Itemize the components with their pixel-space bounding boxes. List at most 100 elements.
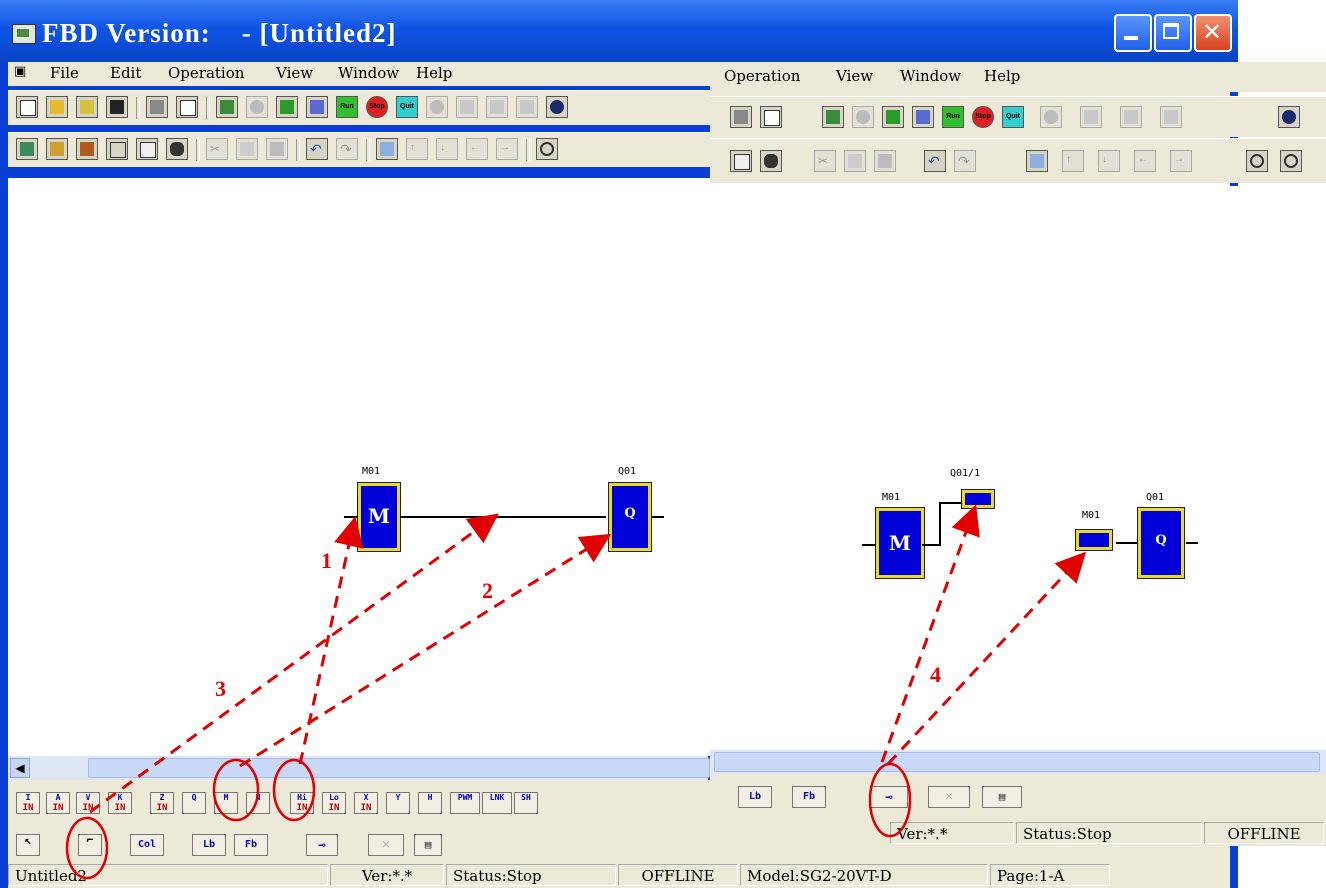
menu-file[interactable]: File [50, 64, 79, 82]
transfer-icon[interactable] [276, 96, 298, 118]
zoom-out-icon[interactable] [536, 138, 558, 160]
open-icon[interactable] [46, 96, 68, 118]
wire-tool-icon[interactable]: ⌐ [78, 834, 102, 856]
scroll-thumb[interactable] [88, 758, 710, 778]
preview-icon-2[interactable] [760, 106, 782, 128]
quit-button[interactable]: Quit [396, 96, 418, 118]
help-icon-2[interactable] [1278, 106, 1300, 128]
m01-input-tag[interactable] [1076, 530, 1112, 550]
move-up-icon: ↑ [406, 138, 428, 160]
menu-window[interactable]: Window [338, 64, 399, 82]
palette-x-button[interactable]: X IN [354, 792, 378, 814]
fb-tool-button-2[interactable]: Fb [792, 786, 826, 808]
preview-icon[interactable] [176, 96, 198, 118]
menu-edit[interactable]: Edit [110, 64, 141, 82]
q01-label: Q01 [618, 466, 637, 477]
save-icon[interactable] [106, 96, 128, 118]
tree-icon[interactable] [46, 138, 68, 160]
menu2-window[interactable]: Window [900, 67, 961, 85]
move-up-icon-2: ↑ [1062, 150, 1084, 172]
folder-icon[interactable] [76, 96, 98, 118]
menu-operation[interactable]: Operation [168, 64, 244, 82]
col-tool-button[interactable]: Col [130, 834, 164, 856]
transfer-icon-2[interactable] [882, 106, 904, 128]
tool-palette-2: Lb Fb ⊸ ✕ ▤ [710, 774, 1326, 820]
move-right-icon-2: → [1170, 150, 1192, 172]
view-icon[interactable] [16, 138, 38, 160]
palette-hi-button[interactable]: Hi IN [290, 792, 314, 814]
minimize-button[interactable] [1114, 14, 1152, 52]
palette-y-button[interactable]: Y [386, 792, 410, 814]
stop-button[interactable]: Stop [366, 96, 388, 118]
zoom-out-icon-2[interactable] [1246, 150, 1268, 172]
menu2-view[interactable]: View [836, 67, 873, 85]
find-icon[interactable] [166, 138, 188, 160]
maximize-button[interactable] [1154, 14, 1192, 52]
page-icon-2[interactable]: ▤ [982, 786, 1022, 808]
quit-button-2[interactable]: Quit [1002, 106, 1024, 128]
zoom-in-icon-2[interactable] [1280, 150, 1302, 172]
q01-output-tag[interactable] [962, 490, 994, 508]
palette-v-button[interactable]: V IN [76, 792, 100, 814]
doc-menu-icon[interactable]: ▣ [14, 64, 26, 79]
tool-icon-2[interactable] [912, 106, 934, 128]
palette-m-button[interactable]: M [214, 792, 238, 814]
undo-icon-2[interactable]: ↶ [924, 150, 946, 172]
title-bar[interactable]: FBD Version: - [Untitled2] ✕ [0, 0, 1238, 62]
q01-block-2[interactable]: Q [1138, 508, 1184, 578]
palette-i-button[interactable]: I IN [16, 792, 40, 814]
q01-block[interactable]: Q [609, 483, 651, 551]
print-icon-2[interactable] [730, 106, 752, 128]
palette-z-button[interactable]: Z IN [150, 792, 174, 814]
help-icon[interactable] [546, 96, 568, 118]
palette-pwm-button[interactable]: PWM [450, 792, 480, 814]
fbd-canvas-2[interactable]: M01 M Q01/1 M01 Q01 Q [710, 186, 1326, 750]
menu2-operation[interactable]: Operation [724, 67, 800, 85]
split-link-icon[interactable]: ⊸ [306, 834, 338, 856]
palette-lo-button[interactable]: Lo IN [322, 792, 346, 814]
second-window: Operation View Window Help Run Stop Quit… [710, 62, 1326, 852]
q01-block-text: Q [624, 506, 636, 521]
horizontal-scrollbar-2[interactable] [710, 750, 1326, 774]
connect-icon-2[interactable] [1026, 150, 1048, 172]
undo-icon[interactable]: ↶ [306, 138, 328, 160]
print-icon[interactable] [146, 96, 168, 118]
connect-icon[interactable] [376, 138, 398, 160]
m01-block-2[interactable]: M [876, 508, 924, 578]
scroll-thumb-2[interactable] [714, 752, 1320, 772]
palette-lnk-button[interactable]: LNK [482, 792, 512, 814]
palette-q-button[interactable]: Q [182, 792, 206, 814]
palette-a-button[interactable]: A IN [46, 792, 70, 814]
horizontal-scrollbar[interactable]: ◀ [8, 756, 710, 780]
palette-sh-button[interactable]: SH [514, 792, 538, 814]
menu2-help[interactable]: Help [984, 67, 1020, 85]
tool-icon[interactable] [306, 96, 328, 118]
table-icon-2[interactable] [730, 150, 752, 172]
lb-tool-button[interactable]: Lb [192, 834, 226, 856]
move-left-icon-2: ← [1134, 150, 1156, 172]
ladder-icon[interactable] [76, 138, 98, 160]
find-icon-2[interactable] [760, 150, 782, 172]
split-link-icon-2[interactable]: ⊸ [870, 786, 908, 808]
run-button-2[interactable]: Run [942, 106, 964, 128]
palette-n-button[interactable]: N [246, 792, 270, 814]
table-icon[interactable] [136, 138, 158, 160]
menu-help[interactable]: Help [416, 64, 452, 82]
lb-tool-button-2[interactable]: Lb [738, 786, 772, 808]
menu-view[interactable]: View [276, 64, 313, 82]
monitor-icon-2[interactable] [822, 106, 844, 128]
scroll-left-icon[interactable]: ◀ [10, 758, 30, 778]
doc-icon[interactable] [106, 138, 128, 160]
palette-k-button[interactable]: K IN [108, 792, 132, 814]
fb-tool-button[interactable]: Fb [234, 834, 268, 856]
m01-block[interactable]: M [358, 483, 400, 551]
monitor-icon[interactable] [216, 96, 238, 118]
stop-button-2[interactable]: Stop [972, 106, 994, 128]
new-icon[interactable] [16, 96, 38, 118]
pointer-icon[interactable]: ↖ [16, 834, 40, 856]
redo-icon: ↷ [336, 138, 358, 160]
close-button[interactable]: ✕ [1194, 14, 1232, 52]
palette-h-button[interactable]: H [418, 792, 442, 814]
run-button[interactable]: Run [336, 96, 358, 118]
page-icon[interactable]: ▤ [414, 834, 442, 856]
